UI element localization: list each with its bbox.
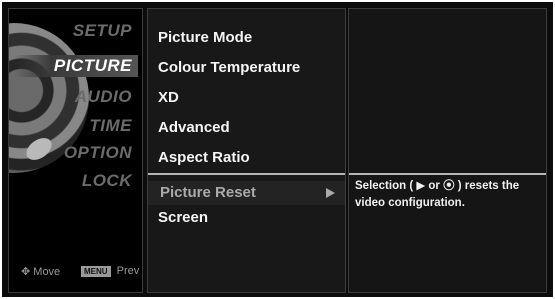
prev-hint-label: Prev <box>116 265 140 277</box>
dpad-icon: ✥ <box>21 266 31 278</box>
option-advanced[interactable]: Advanced <box>158 119 230 136</box>
sidebar-item-time[interactable]: TIME <box>89 116 132 136</box>
option-xd[interactable]: XD <box>158 89 179 106</box>
sidebar-item-picture[interactable]: PICTURE <box>13 55 138 77</box>
sidebar-item-setup[interactable]: SETUP <box>73 21 132 41</box>
prev-hint: MENU Prev <box>81 265 139 277</box>
sidebar-item-option[interactable]: OPTION <box>64 143 132 163</box>
sidebar-item-lock[interactable]: LOCK <box>82 171 132 191</box>
move-hint: ✥ Move <box>21 265 60 278</box>
right-arrow-icon <box>326 188 335 198</box>
help-panel: Selection ( ▶ or ⦿ ) resets the video co… <box>348 8 547 293</box>
category-sidebar: SETUP PICTURE AUDIO TIME OPTION LOCK ✥ M… <box>8 8 143 293</box>
menu-key-icon: MENU <box>81 265 111 277</box>
option-screen[interactable]: Screen <box>158 209 208 226</box>
option-picture-reset-row[interactable]: Picture Reset <box>148 181 345 205</box>
option-colour-temperature[interactable]: Colour Temperature <box>158 59 300 76</box>
option-picture-mode[interactable]: Picture Mode <box>158 29 252 46</box>
help-divider <box>349 173 546 175</box>
tv-menu-screen: SETUP PICTURE AUDIO TIME OPTION LOCK ✥ M… <box>2 2 553 297</box>
option-divider <box>148 173 345 175</box>
option-picture-reset[interactable]: Picture Reset <box>160 184 256 201</box>
option-aspect-ratio[interactable]: Aspect Ratio <box>158 149 250 166</box>
picture-options-panel: Picture Mode Colour Temperature XD Advan… <box>147 8 346 293</box>
sidebar-item-audio[interactable]: AUDIO <box>75 87 132 107</box>
help-description: Selection ( ▶ or ⦿ ) resets the video co… <box>355 180 520 209</box>
move-hint-label: Move <box>33 266 61 278</box>
